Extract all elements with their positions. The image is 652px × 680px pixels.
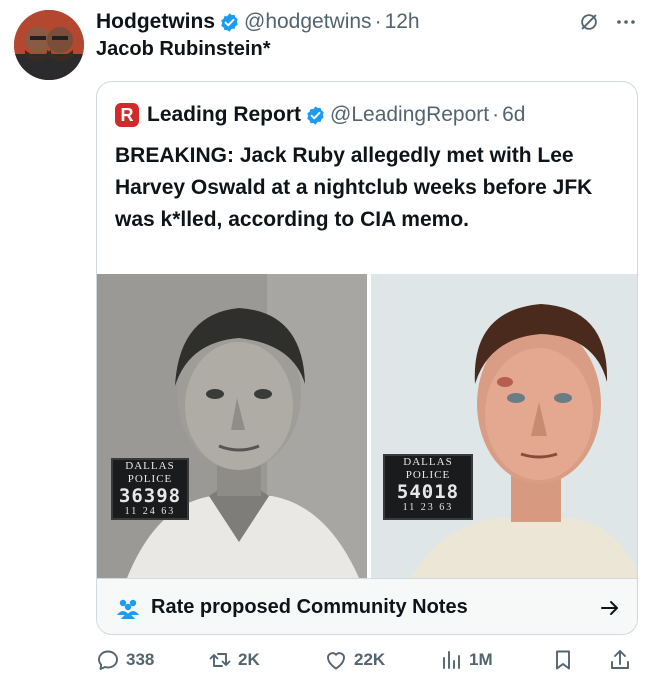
reply-icon bbox=[98, 650, 118, 670]
reply-button[interactable]: 338 bbox=[96, 648, 154, 672]
heart-icon bbox=[327, 652, 345, 670]
like-button[interactable]: 22K bbox=[324, 648, 385, 672]
quoted-tweet-text: BREAKING: Jack Ruby allegedly met with L… bbox=[115, 144, 593, 231]
tweet-header: Hodgetwins @hodgetwins · 12h bbox=[96, 6, 638, 38]
avatar-photo bbox=[14, 10, 84, 80]
separator-dot: · bbox=[374, 10, 382, 33]
mugshot-image bbox=[97, 274, 367, 578]
more-icon[interactable] bbox=[614, 11, 638, 33]
views-button[interactable]: 1M bbox=[439, 648, 493, 672]
views-count: 1M bbox=[469, 650, 493, 669]
bookmark-button[interactable] bbox=[551, 648, 575, 672]
community-notes-button[interactable]: Rate proposed Community Notes bbox=[97, 578, 637, 634]
views-chart-icon bbox=[443, 651, 460, 669]
police-placard: DALLAS POLICE 54018 11 23 63 bbox=[383, 454, 473, 520]
separator-dot: · bbox=[492, 103, 500, 126]
mugshot-photo-oswald[interactable]: DALLAS POLICE 54018 11 23 63 bbox=[371, 274, 637, 578]
mugshot-photo-ruby[interactable]: DALLAS POLICE 36398 11 24 63 bbox=[97, 274, 367, 578]
placard-date: 11 24 63 bbox=[124, 506, 176, 517]
share-button[interactable] bbox=[608, 648, 632, 672]
avatar[interactable] bbox=[14, 10, 84, 80]
timestamp[interactable]: 12h bbox=[385, 10, 420, 34]
retweet-icon bbox=[209, 653, 231, 667]
bookmark-icon bbox=[556, 650, 570, 670]
share-icon bbox=[611, 650, 629, 669]
retweet-count: 2K bbox=[238, 650, 260, 669]
action-bar: 338 2K 22K 1M bbox=[96, 644, 642, 676]
placard-line1: DALLAS bbox=[125, 460, 175, 472]
placard-date: 11 23 63 bbox=[402, 502, 454, 513]
quoted-author-name[interactable]: Leading Report bbox=[147, 103, 301, 127]
verified-badge-icon bbox=[221, 12, 238, 32]
community-notes-label: Rate proposed Community Notes bbox=[151, 596, 468, 618]
community-notes-icon bbox=[117, 599, 139, 619]
tweet-text: Jacob Rubinstein* bbox=[96, 38, 271, 60]
leading-report-logo: R bbox=[115, 103, 139, 127]
quoted-tweet[interactable]: R Leading Report @LeadingReport · 6d BRE… bbox=[96, 81, 638, 635]
police-placard: DALLAS POLICE 36398 11 24 63 bbox=[111, 458, 189, 520]
reply-count: 338 bbox=[126, 650, 155, 669]
placard-number: 54018 bbox=[396, 481, 460, 503]
author-name[interactable]: Hodgetwins bbox=[96, 10, 215, 34]
verified-badge-icon bbox=[307, 105, 324, 125]
quoted-author-handle[interactable]: @LeadingReport bbox=[330, 103, 489, 127]
quoted-tweet-header: R Leading Report @LeadingReport · 6d bbox=[115, 100, 623, 130]
like-count: 22K bbox=[354, 650, 386, 669]
grok-icon[interactable] bbox=[578, 11, 600, 33]
mugshot-image bbox=[371, 274, 637, 578]
author-handle[interactable]: @hodgetwins bbox=[244, 10, 372, 34]
placard-line1: DALLAS bbox=[403, 456, 453, 468]
arrow-right-icon bbox=[601, 600, 618, 615]
media-grid: DALLAS POLICE 36398 11 24 63 DALLAS POLI… bbox=[97, 274, 637, 578]
quoted-timestamp[interactable]: 6d bbox=[502, 103, 525, 127]
retweet-button[interactable]: 2K bbox=[208, 648, 260, 672]
placard-number: 36398 bbox=[118, 485, 182, 507]
